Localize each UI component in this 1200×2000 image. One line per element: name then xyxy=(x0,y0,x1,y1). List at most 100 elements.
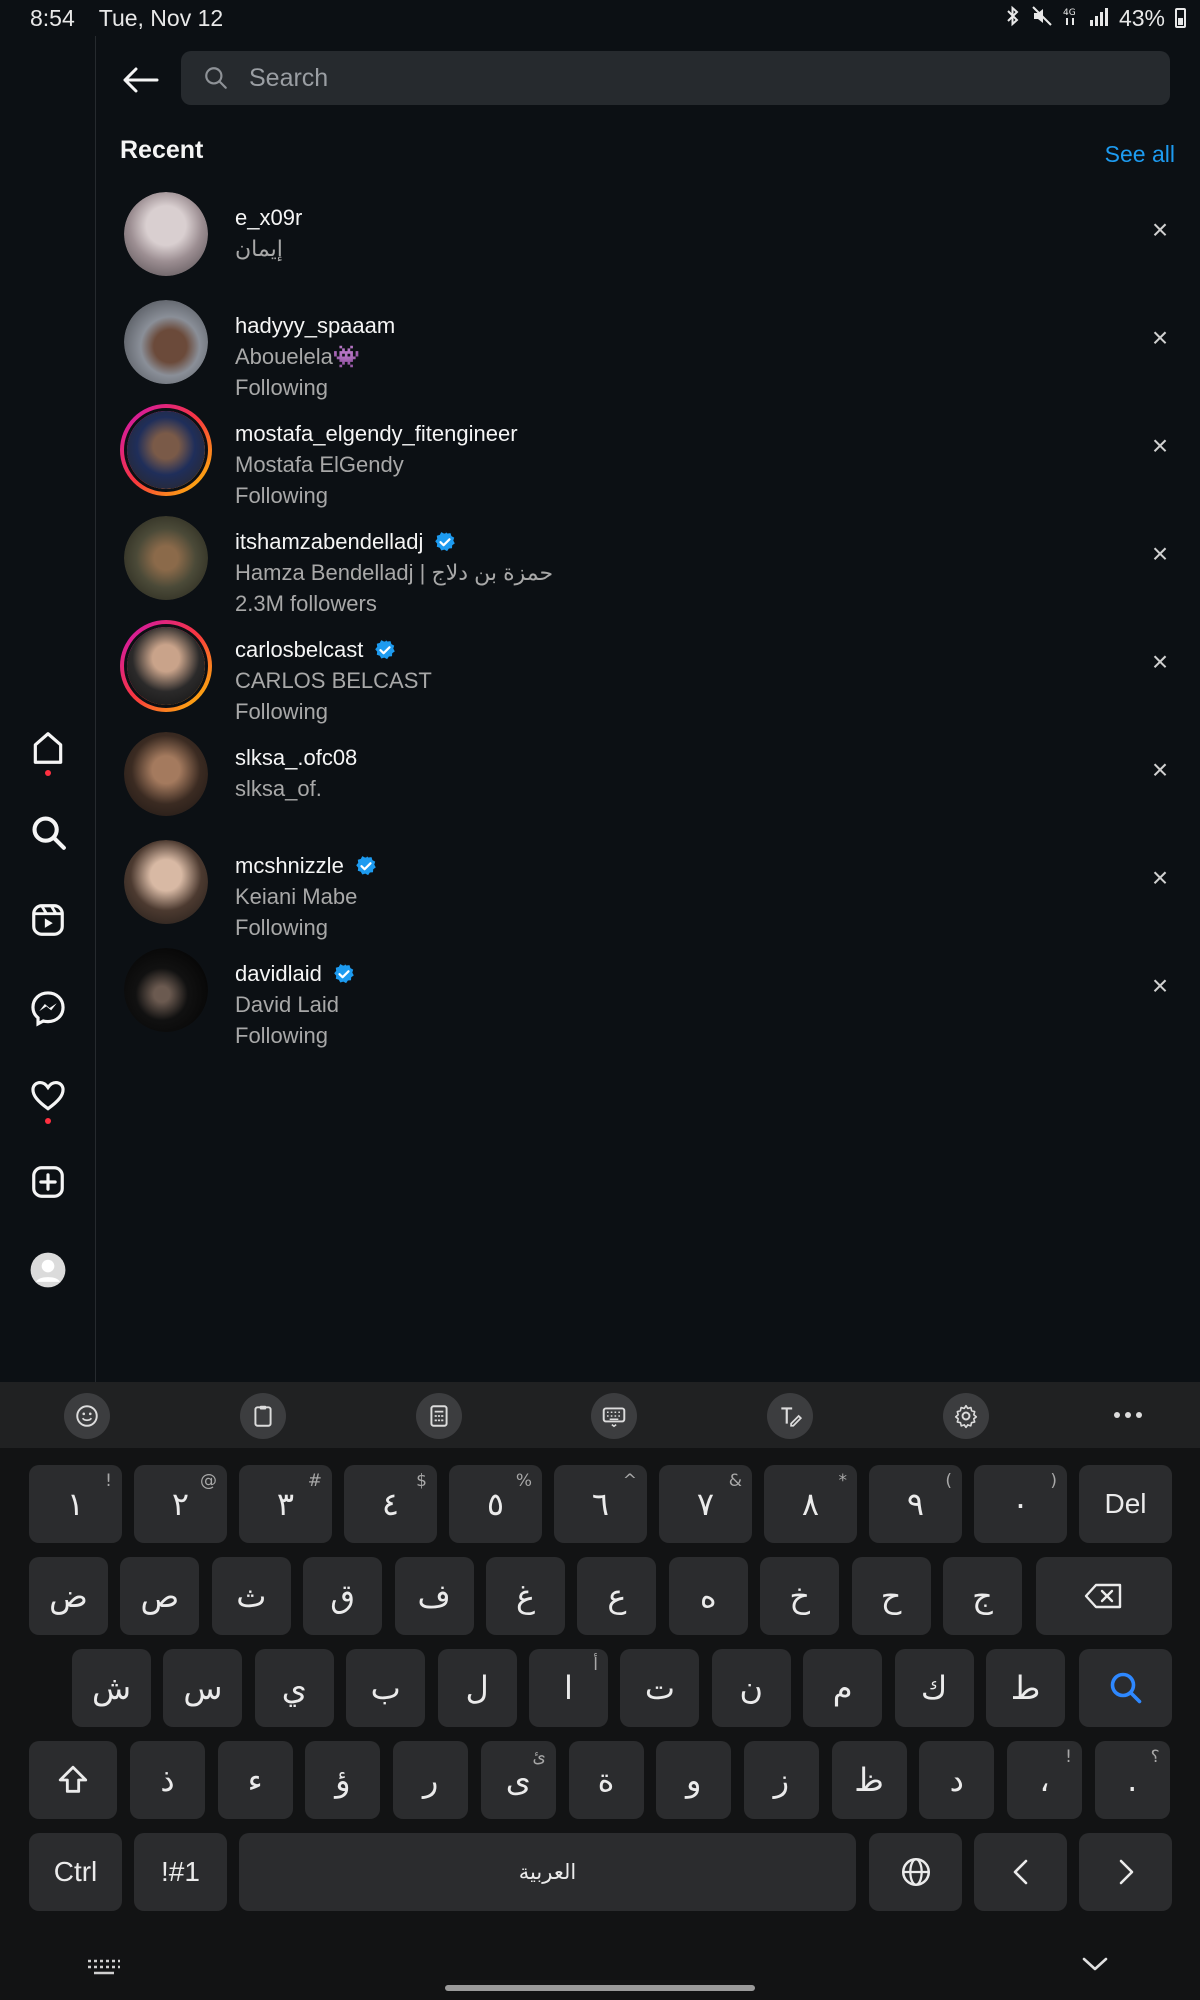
key[interactable]: . ؟ xyxy=(1094,1741,1170,1819)
key[interactable]: ء xyxy=(217,1741,293,1819)
key[interactable]: ه xyxy=(668,1557,748,1635)
cursor-left-key[interactable] xyxy=(974,1833,1067,1911)
key[interactable]: ٠) xyxy=(974,1465,1067,1543)
key[interactable]: ٥% xyxy=(449,1465,542,1543)
avatar[interactable] xyxy=(124,300,208,384)
key[interactable]: ؤ xyxy=(305,1741,381,1819)
key[interactable]: س xyxy=(163,1649,243,1727)
key[interactable]: ح xyxy=(851,1557,931,1635)
recent-row[interactable]: hadyyy_spaaam Abouelela👾 Following × xyxy=(120,298,1180,402)
cursor-right-key[interactable] xyxy=(1079,1833,1172,1911)
key[interactable]: ت xyxy=(620,1649,700,1727)
ctrl-key[interactable]: Ctrl xyxy=(29,1833,122,1911)
key[interactable]: و xyxy=(656,1741,732,1819)
back-button[interactable] xyxy=(116,58,164,102)
key[interactable]: ج xyxy=(943,1557,1022,1635)
key[interactable]: ،! xyxy=(1007,1741,1082,1819)
key[interactable]: خ xyxy=(760,1557,840,1635)
search-bar[interactable] xyxy=(181,51,1170,105)
recent-row[interactable]: itshamzabendelladj Hamza Bendelladj | حم… xyxy=(120,514,1180,618)
key[interactable]: ىئ xyxy=(480,1741,556,1819)
handwriting-button[interactable] xyxy=(767,1393,813,1439)
nav-messenger[interactable] xyxy=(24,984,72,1032)
recent-row[interactable]: e_x09r إيمان × xyxy=(120,190,1180,294)
more-options-button[interactable] xyxy=(1108,1400,1148,1430)
symbols-key[interactable]: !#1 xyxy=(134,1833,227,1911)
home-indicator[interactable] xyxy=(445,1985,755,1991)
avatar[interactable] xyxy=(124,192,208,276)
nav-home[interactable] xyxy=(24,724,72,776)
key[interactable]: ق xyxy=(303,1557,383,1635)
key[interactable]: ٤ $ xyxy=(344,1465,437,1543)
recent-row[interactable]: slksa_.ofc08 slksa_of. × xyxy=(120,730,1180,834)
key[interactable]: ر xyxy=(393,1741,469,1819)
key[interactable]: غ xyxy=(486,1557,565,1635)
key[interactable]: ص xyxy=(120,1557,200,1635)
key[interactable]: ة xyxy=(568,1741,644,1819)
avatar[interactable] xyxy=(124,516,208,600)
key[interactable]: ل xyxy=(437,1649,517,1727)
key[interactable]: ن xyxy=(711,1649,791,1727)
key[interactable]: ٩( xyxy=(869,1465,962,1543)
avatar[interactable] xyxy=(124,732,208,816)
remove-recent-button[interactable]: × xyxy=(1140,318,1180,358)
key[interactable]: ض xyxy=(29,1557,108,1635)
key[interactable]: اأ xyxy=(529,1649,608,1727)
key[interactable]: ٧ & xyxy=(659,1465,752,1543)
key[interactable]: ف xyxy=(394,1557,474,1635)
remove-recent-button[interactable]: × xyxy=(1140,426,1180,466)
remove-recent-button[interactable]: × xyxy=(1140,858,1180,898)
remove-recent-button[interactable]: × xyxy=(1140,534,1180,574)
key[interactable]: ٨ * xyxy=(764,1465,857,1543)
key[interactable]: ٦ ^ xyxy=(554,1465,647,1543)
recent-row[interactable]: carlosbelcast CARLOS BELCAST Following × xyxy=(120,620,1180,726)
key[interactable]: ١! xyxy=(29,1465,122,1543)
hide-keyboard-button[interactable] xyxy=(1080,1954,1112,1982)
nav-notifications[interactable] xyxy=(24,1072,72,1124)
shift-key[interactable] xyxy=(29,1741,117,1819)
search-input[interactable] xyxy=(249,63,1129,93)
key[interactable]: ب xyxy=(346,1649,426,1727)
key[interactable]: ش xyxy=(72,1649,151,1727)
one-handed-button[interactable] xyxy=(416,1393,462,1439)
remove-recent-button[interactable]: × xyxy=(1140,210,1180,250)
key[interactable]: ي xyxy=(254,1649,334,1727)
keyboard-mode-button[interactable] xyxy=(591,1393,637,1439)
space-key[interactable]: العربية xyxy=(239,1833,856,1911)
key[interactable]: ٣ # xyxy=(239,1465,332,1543)
recent-row[interactable]: mcshnizzle Keiani Mabe Following × xyxy=(120,838,1180,942)
avatar[interactable] xyxy=(124,948,208,1032)
clipboard-button[interactable] xyxy=(240,1393,286,1439)
avatar[interactable] xyxy=(124,840,208,924)
key[interactable]: ع xyxy=(577,1557,657,1635)
backspace-key[interactable] xyxy=(1036,1557,1172,1635)
delete-key[interactable]: Del xyxy=(1079,1465,1172,1543)
recent-row[interactable]: mostafa_elgendy_fitengineer Mostafa ElGe… xyxy=(120,404,1180,510)
key[interactable]: ط xyxy=(986,1649,1065,1727)
avatar[interactable] xyxy=(120,620,212,712)
nav-create[interactable] xyxy=(24,1158,72,1206)
see-all-link[interactable]: See all xyxy=(1105,141,1175,168)
remove-recent-button[interactable]: × xyxy=(1140,642,1180,682)
language-key[interactable] xyxy=(869,1833,962,1911)
nav-search[interactable] xyxy=(24,808,72,856)
key[interactable]: ك xyxy=(894,1649,974,1727)
avatar[interactable] xyxy=(120,404,212,496)
key-label: Ctrl xyxy=(53,1856,98,1887)
remove-recent-button[interactable]: × xyxy=(1140,750,1180,790)
key[interactable]: د xyxy=(919,1741,995,1819)
nav-profile[interactable] xyxy=(24,1246,72,1294)
keyboard-settings-button[interactable] xyxy=(943,1393,989,1439)
key[interactable]: ث xyxy=(211,1557,291,1635)
emoji-button[interactable] xyxy=(64,1393,110,1439)
key[interactable]: ذ xyxy=(130,1741,205,1819)
search-key[interactable] xyxy=(1079,1649,1172,1727)
key[interactable]: ٢ @ xyxy=(134,1465,227,1543)
key[interactable]: م xyxy=(803,1649,883,1727)
keyboard-switch-button[interactable] xyxy=(86,1956,122,1980)
nav-reels[interactable] xyxy=(24,896,72,944)
key[interactable]: ز xyxy=(743,1741,819,1819)
key[interactable]: ظ xyxy=(831,1741,907,1819)
recent-row[interactable]: davidlaid David Laid Following × xyxy=(120,946,1180,1050)
remove-recent-button[interactable]: × xyxy=(1140,966,1180,1006)
